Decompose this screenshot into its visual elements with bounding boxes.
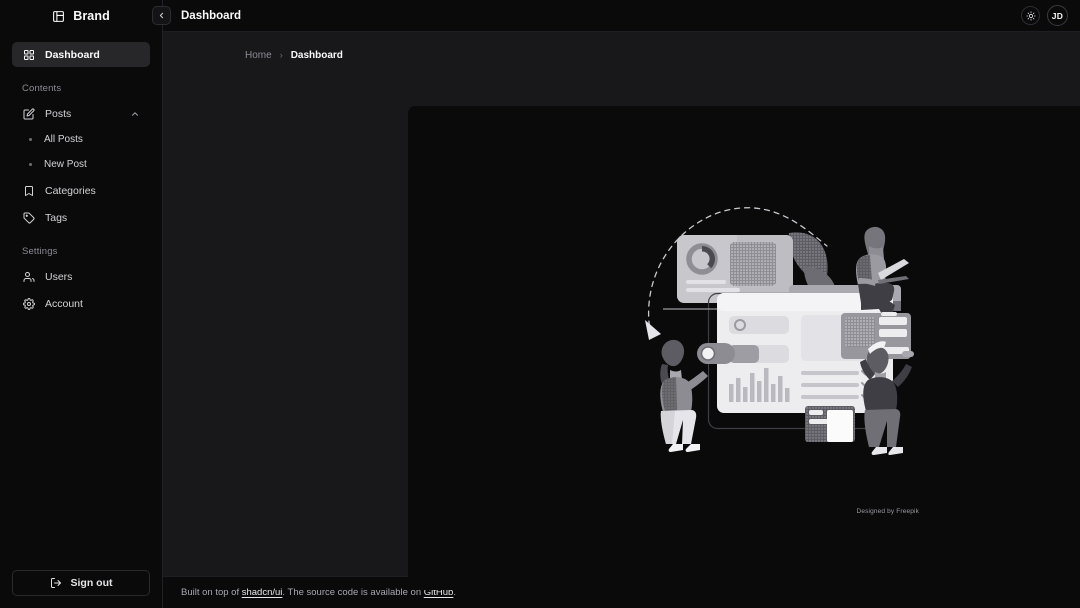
- bullet-icon: [29, 138, 32, 141]
- tag-icon: [22, 211, 35, 224]
- grid-icon: [22, 48, 35, 61]
- sign-out-label: Sign out: [70, 577, 113, 589]
- breadcrumb: Home › Dashboard: [181, 32, 1062, 78]
- sidebar-subitem-new-post[interactable]: New Post: [12, 153, 150, 176]
- sidebar-item-label: Categories: [45, 184, 96, 197]
- sidebar-item-tags[interactable]: Tags: [12, 205, 150, 230]
- sidebar-item-label: Users: [45, 270, 73, 283]
- sidebar-item-label: Dashboard: [45, 48, 100, 61]
- sidebar-collapse-button[interactable]: [152, 6, 171, 25]
- sidebar-item-posts[interactable]: Posts: [12, 101, 150, 126]
- footer-middle: . The source code is available on: [282, 587, 424, 598]
- edit-square-icon: [22, 107, 35, 120]
- sidebar-item-account[interactable]: Account: [12, 291, 150, 316]
- footer-prefix: Built on top of: [181, 587, 242, 598]
- topbar: Dashboard JD: [163, 0, 1080, 32]
- sidebar-item-dashboard[interactable]: Dashboard: [12, 42, 150, 67]
- main-area: Dashboard JD Home › Dashboard Designed b…: [163, 0, 1080, 608]
- topbar-actions: JD: [1021, 5, 1068, 26]
- chevron-up-icon[interactable]: [130, 109, 140, 119]
- brand-name: Brand: [73, 9, 110, 23]
- gear-icon: [22, 297, 35, 310]
- sidebar-group-label-settings: Settings: [22, 246, 58, 257]
- illustration-svg: [645, 207, 914, 455]
- sidebar-item-categories[interactable]: Categories: [12, 178, 150, 203]
- sidebar-group-label-contents: Contents: [22, 83, 62, 94]
- chevron-left-icon: [157, 11, 166, 20]
- sun-icon: [1025, 10, 1036, 21]
- sidebar-item-label: Tags: [45, 211, 68, 224]
- sign-out-button[interactable]: Sign out: [12, 570, 150, 596]
- sidebar: Brand Dashboard Contents Posts All Posts…: [0, 0, 163, 608]
- breadcrumb-home[interactable]: Home: [245, 50, 272, 61]
- sidebar-nav: Dashboard Contents Posts All Posts New P…: [0, 32, 162, 570]
- brand[interactable]: Brand: [0, 0, 162, 32]
- bullet-icon: [29, 163, 32, 166]
- avatar[interactable]: JD: [1047, 5, 1068, 26]
- app-root: Brand Dashboard Contents Posts All Posts…: [0, 0, 1080, 608]
- sidebar-subitem-all-posts[interactable]: All Posts: [12, 128, 150, 151]
- users-icon: [22, 270, 35, 283]
- sidebar-item-label: Posts: [45, 107, 72, 120]
- breadcrumb-current: Dashboard: [290, 49, 343, 61]
- bookmark-icon: [22, 184, 35, 197]
- sidebar-item-label: Account: [45, 297, 83, 310]
- avatar-initials: JD: [1051, 10, 1064, 21]
- sidebar-subitem-label: New Post: [44, 159, 87, 170]
- shadcn-ui-link[interactable]: shadcn/ui: [242, 587, 283, 598]
- illustration-credit: Designed by Freepik: [856, 508, 919, 515]
- panel-layout-icon: [52, 10, 65, 23]
- breadcrumb-separator: ›: [279, 50, 283, 60]
- sidebar-subitem-label: All Posts: [44, 134, 83, 145]
- content-area: Home › Dashboard Designed by Freepik: [163, 32, 1080, 590]
- page-title: Dashboard: [181, 9, 242, 22]
- sidebar-footer: Sign out: [0, 570, 162, 608]
- sidebar-item-users[interactable]: Users: [12, 264, 150, 289]
- dashboard-card: Designed by Freepik: [408, 106, 1080, 590]
- logout-icon: [50, 577, 62, 589]
- theme-toggle-button[interactable]: [1021, 6, 1040, 25]
- dashboard-illustration: Designed by Freepik: [629, 188, 939, 515]
